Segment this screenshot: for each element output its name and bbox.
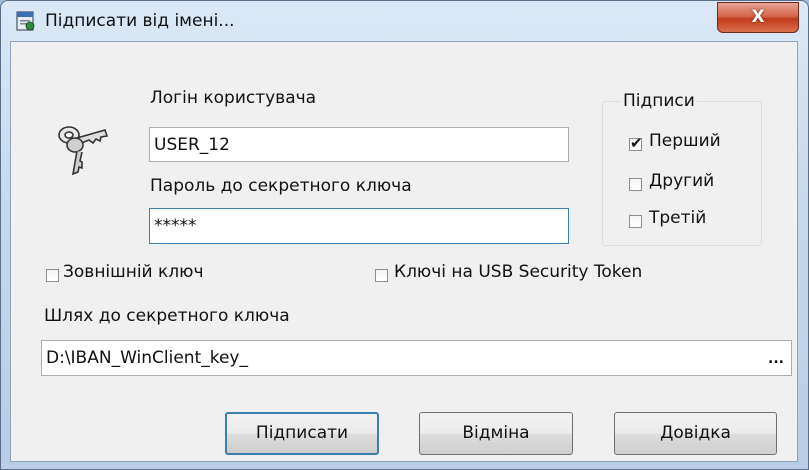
browse-button[interactable]: ... — [764, 347, 788, 375]
login-label: Логін користувача — [150, 88, 317, 108]
second-signature-checkbox[interactable] — [629, 178, 642, 191]
dialog-body: Логін користувача Пароль до секретного к… — [10, 41, 798, 462]
sign-dialog-window: Підписати від імені... X Логін користува… — [0, 0, 809, 470]
third-signature-label[interactable]: Третій — [649, 208, 706, 228]
login-input[interactable] — [149, 127, 569, 162]
password-label: Пароль до секретного ключа — [150, 176, 412, 196]
first-signature-checkbox[interactable]: ✔ — [629, 134, 643, 152]
cancel-button[interactable]: Відміна — [419, 412, 573, 455]
external-key-checkbox[interactable] — [46, 269, 59, 282]
check-icon: ✔ — [630, 134, 643, 152]
help-button[interactable]: Довідка — [614, 412, 777, 455]
third-signature-checkbox[interactable] — [629, 215, 642, 228]
second-signature-label[interactable]: Другий — [649, 171, 714, 191]
app-icon — [16, 11, 35, 31]
window-title: Підписати від імені... — [45, 11, 235, 31]
usb-token-checkbox[interactable] — [375, 269, 388, 282]
title-bar[interactable]: Підписати від імені... X — [1, 1, 808, 35]
first-signature-label[interactable]: Перший — [649, 131, 721, 151]
signatures-group-title: Підписи — [621, 91, 697, 111]
close-button[interactable]: X — [717, 2, 799, 33]
password-input[interactable] — [149, 208, 569, 244]
keys-icon — [58, 126, 109, 176]
key-path-input[interactable] — [41, 340, 792, 376]
key-path-label: Шлях до секретного ключа — [44, 306, 290, 326]
external-key-label[interactable]: Зовнішній ключ — [63, 262, 204, 282]
sign-button[interactable]: Підписати — [225, 412, 379, 455]
usb-token-label[interactable]: Ключі на USB Security Token — [394, 262, 642, 282]
